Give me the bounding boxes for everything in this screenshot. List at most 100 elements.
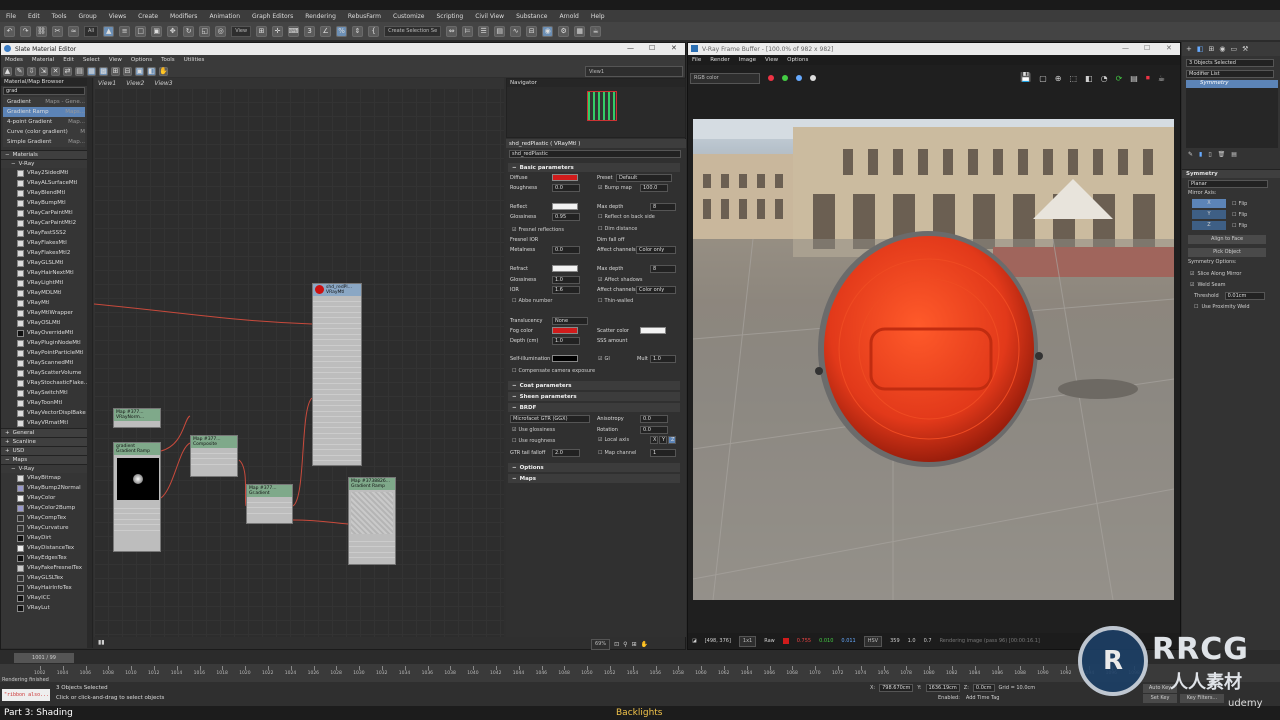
material-item[interactable]: VRayFastSSS2 [1, 228, 89, 238]
selection-name-field[interactable]: 3 Objects Selected [1186, 59, 1274, 67]
unlink-icon[interactable]: ✂ [52, 25, 63, 37]
map-item[interactable]: VRayDistanceTex [1, 543, 89, 553]
snaps-icon[interactable]: 3 [304, 25, 316, 37]
local-axis-radio[interactable]: ☑ Local axis [598, 437, 629, 443]
axis-z-button[interactable]: Z [668, 436, 676, 444]
zoom-ratio[interactable]: 1x1 [738, 635, 757, 647]
menu-group[interactable]: Group [78, 13, 96, 20]
slate-menu-tools[interactable]: Tools [161, 57, 175, 63]
refract-color-swatch[interactable] [552, 265, 578, 272]
save-image-icon[interactable]: 💾 [1020, 73, 1031, 83]
schematic-view-icon[interactable]: ⊟ [526, 25, 538, 37]
material-item[interactable]: VRayBumpMtl [1, 198, 89, 208]
put-to-scene-icon[interactable]: ⇩ [27, 66, 36, 76]
reflect-color-swatch[interactable] [552, 203, 578, 210]
vfb-menu-render[interactable]: Render [710, 57, 730, 63]
vfb-menu-options[interactable]: Options [787, 57, 808, 63]
zoom-dropdown[interactable]: 69% [591, 638, 611, 650]
affect-channels-dropdown[interactable]: Color only [636, 246, 676, 254]
material-item[interactable]: VRayVRmatMtl [1, 418, 89, 428]
map-item[interactable]: VRayICC [1, 593, 89, 603]
close-icon[interactable]: ✕ [671, 44, 677, 52]
layer-explorer-icon[interactable]: ☰ [478, 25, 490, 37]
proximity-weld-checkbox[interactable]: ☐ Use Proximity Weld [1182, 301, 1280, 312]
rollout-basic[interactable]: − Basic parameters [508, 163, 680, 172]
layout-all-icon[interactable]: ⊞ [111, 66, 120, 76]
rollout-brdf[interactable]: − BRDF [508, 403, 680, 412]
material-item[interactable]: VRayCarPaintMtl2 [1, 218, 89, 228]
spinner-snap-icon[interactable]: ⇕ [352, 25, 364, 37]
maps-section[interactable]: − Maps [1, 455, 89, 464]
bump-map-checkbox[interactable]: ☑ Bump map [598, 185, 632, 191]
rotate-icon[interactable]: ↻ [183, 25, 195, 37]
menu-create[interactable]: Create [138, 13, 158, 20]
show-map-icon[interactable]: ▦ [87, 66, 96, 76]
vfb-maximize-icon[interactable]: ☐ [1144, 44, 1150, 52]
search-result-item[interactable]: Gradient Ramp Maps... [3, 107, 85, 117]
weld-seam-checkbox[interactable]: ☑ Weld Seam [1182, 279, 1280, 290]
ior-spinner[interactable]: 1.6 [552, 286, 580, 294]
refract-glossiness-spinner[interactable]: 1.0 [552, 276, 580, 284]
make-unique-icon[interactable]: ▯ [1208, 151, 1211, 158]
slate-menu-edit[interactable]: Edit [63, 57, 74, 63]
pin-stack-icon[interactable]: ✎ [1188, 151, 1193, 158]
view-tab-1[interactable]: View1 [98, 80, 116, 87]
material-item[interactable]: VRayCarPaintMtl [1, 208, 89, 218]
map-channel-spinner[interactable]: 1 [650, 449, 676, 457]
material-name-field[interactable]: shd_redPlastic [509, 150, 681, 158]
materials-section[interactable]: − Materials [1, 150, 89, 159]
material-item[interactable]: VRayPointParticleMtl [1, 348, 89, 358]
threshold-spinner[interactable]: 0.01cm [1224, 291, 1265, 300]
brdf-type-dropdown[interactable]: Microfacet GTR (GGX) [510, 415, 590, 423]
interactive-render-icon[interactable]: ⟳ [1116, 74, 1123, 83]
bump-amount-spinner[interactable]: 100.0 [640, 184, 668, 192]
reflect-back-checkbox[interactable]: ☐ Reflect on back side [598, 214, 655, 220]
render-icon[interactable]: ☕ [590, 25, 602, 37]
material-item[interactable]: VRayLightMtl [1, 278, 89, 288]
map-item[interactable]: VRayColor2Bump [1, 503, 89, 513]
node-composite[interactable]: Map #377... Composite [190, 435, 238, 477]
menu-graph-editors[interactable]: Graph Editors [252, 13, 293, 20]
remove-modifier-icon[interactable]: 🗑 [1218, 151, 1226, 158]
keyboard-shortcut-icon[interactable]: ⌨ [288, 25, 300, 37]
material-editor-icon[interactable]: ◉ [542, 25, 554, 37]
use-glossiness-radio[interactable]: ☑ Use glossiness [512, 427, 555, 433]
menu-help[interactable]: Help [591, 13, 605, 20]
dim-distance-checkbox[interactable]: ☐ Dim distance [598, 226, 637, 232]
vray-materials-section[interactable]: − V-Ray [1, 159, 89, 168]
material-item[interactable]: VRay2SidedMtl [1, 168, 89, 178]
y-field[interactable]: 1636.19cm [925, 684, 960, 692]
menu-views[interactable]: Views [109, 13, 126, 20]
scene-explorer-icon[interactable]: ▤ [494, 25, 506, 37]
slate-menu-material[interactable]: Material [32, 57, 54, 63]
layout-children-icon[interactable]: ⊟ [123, 66, 132, 76]
axis-x-button[interactable]: X [650, 436, 658, 444]
slate-menu-utilities[interactable]: Utilities [184, 57, 205, 63]
time-slider-thumb[interactable]: 1001 / 99 [14, 653, 74, 663]
group-section[interactable]: + General [1, 428, 89, 437]
view-tab-2[interactable]: View2 [126, 80, 144, 87]
redo-icon[interactable]: ↷ [20, 25, 31, 37]
red-channel-icon[interactable] [768, 75, 774, 81]
node-vraymtl[interactable]: shd_redPl... VRayMtl [312, 283, 362, 466]
rollout-sheen[interactable]: − Sheen parameters [508, 392, 680, 401]
minimize-icon[interactable]: — [627, 44, 634, 52]
move-children-icon[interactable]: ⇄ [63, 66, 72, 76]
material-item[interactable]: VRayMDLMtl [1, 288, 89, 298]
view-dropdown[interactable]: View1 [585, 66, 683, 77]
search-result-item[interactable]: Gradient Maps - Gene... [3, 97, 85, 107]
material-item[interactable]: VRayVectorDisplBake [1, 408, 89, 418]
rollout-options[interactable]: − Options [508, 463, 680, 472]
vray-maps-section[interactable]: − V-Ray [1, 464, 89, 473]
percent-snap-icon[interactable]: % [336, 25, 348, 37]
pick-object-button[interactable]: Pick Object [1188, 248, 1266, 257]
select-object-icon[interactable]: ▲ [103, 25, 115, 37]
curve-editor-icon[interactable]: ∿ [510, 25, 522, 37]
thin-walled-checkbox[interactable]: ☐ Thin-walled [598, 298, 633, 304]
material-parameter-editor-icon[interactable]: ▣ [135, 66, 144, 76]
material-item[interactable]: VRayBlendMtl [1, 188, 89, 198]
vfb-close-icon[interactable]: ✕ [1166, 44, 1172, 52]
region-render-icon[interactable]: ⬚ [1069, 74, 1077, 83]
diffuse-color-swatch[interactable] [552, 174, 578, 181]
rotation-spinner[interactable]: 0.0 [640, 426, 668, 434]
